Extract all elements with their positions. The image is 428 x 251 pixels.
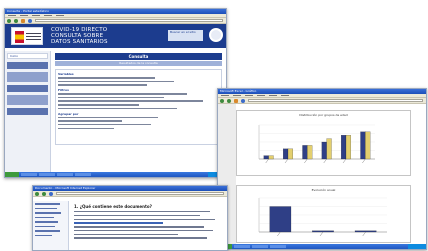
portal-window: Consulta - Portal estadístico COVID-19 D… — [4, 8, 227, 178]
bar — [341, 135, 347, 160]
banner-text: COVID-19 DIRECTO CONSULTA SOBRE DATOS SA… — [51, 27, 108, 45]
address-bar[interactable] — [56, 192, 224, 195]
system-tray — [408, 244, 426, 249]
start-button[interactable] — [5, 172, 19, 177]
bar — [302, 145, 308, 160]
home-icon[interactable] — [28, 18, 32, 23]
stop-icon[interactable] — [234, 98, 238, 103]
forward-icon[interactable] — [42, 191, 46, 196]
document-toolbar — [33, 191, 227, 197]
section-label: Variables — [58, 72, 74, 76]
page-title: Consulta — [55, 53, 222, 60]
government-logo — [11, 27, 43, 45]
document-main: 1. ¿Qué contiene este documento? — [69, 201, 227, 250]
section-label: Agrupar por — [58, 111, 79, 116]
page-subtitle: Resultados de la consulta — [55, 61, 222, 66]
refresh-icon[interactable] — [241, 98, 245, 103]
bar — [365, 131, 371, 160]
chart-1: Distribución por grupos de edad — [236, 110, 411, 176]
sidebar-item[interactable] — [7, 85, 48, 92]
document-window: Documento - Microsoft Internet Explorer … — [32, 185, 228, 251]
chart-window: Microsoft Excel - Gráfico Distribución p… — [217, 88, 427, 250]
bar — [307, 145, 313, 160]
sidebar-header[interactable]: Inicio — [7, 53, 48, 59]
badge-icon — [209, 28, 223, 42]
bar — [321, 141, 327, 160]
back-icon[interactable] — [35, 191, 39, 196]
bar — [287, 148, 293, 160]
forward-icon[interactable] — [14, 18, 18, 23]
stop-icon[interactable] — [21, 18, 25, 23]
tick-label — [323, 158, 327, 164]
tick-label — [362, 158, 366, 164]
tick-label — [304, 158, 308, 164]
sidebar-item[interactable] — [7, 62, 48, 69]
back-icon[interactable] — [220, 98, 224, 103]
tick-label — [342, 158, 347, 164]
taskbar — [218, 244, 426, 249]
address-bar[interactable] — [35, 19, 223, 22]
tick-label — [265, 158, 269, 164]
document-sidebar — [33, 201, 69, 250]
portal-sidebar: Inicio — [5, 51, 51, 172]
query-form: Variables Filtros Agrupar por — [55, 69, 222, 145]
home-icon[interactable] — [49, 191, 53, 196]
bar — [354, 230, 377, 233]
sidebar-item[interactable] — [7, 108, 48, 115]
bar — [269, 206, 292, 233]
chart-1-plot — [258, 124, 375, 164]
portal-banner: COVID-19 DIRECTO CONSULTA SOBRE DATOS SA… — [5, 24, 226, 48]
bar — [268, 155, 274, 160]
search-box[interactable]: Buscar en el sitio — [168, 30, 203, 41]
back-icon[interactable] — [7, 18, 11, 23]
tick-label — [277, 231, 281, 237]
bar — [326, 138, 332, 160]
chart-2: Evolución anual — [236, 185, 411, 243]
document-body: 1. ¿Qué contiene este documento? — [33, 201, 227, 250]
forward-icon[interactable] — [227, 98, 231, 103]
document-heading: 1. ¿Qué contiene este documento? — [74, 204, 152, 209]
sidebar-item[interactable] — [7, 95, 48, 105]
chart-2-plot — [258, 197, 387, 237]
bar — [360, 131, 366, 160]
bar — [263, 155, 269, 160]
tick-label — [362, 231, 366, 237]
chart-toolbar — [218, 98, 426, 104]
bar — [345, 135, 351, 160]
taskbar — [5, 172, 226, 177]
sidebar-item[interactable] — [7, 72, 48, 82]
bar — [283, 148, 289, 160]
address-bar[interactable] — [248, 99, 423, 102]
tick-label — [284, 158, 289, 164]
bar — [312, 230, 334, 233]
section-label: Filtros — [58, 88, 69, 93]
portal-main: Consulta Resultados de la consulta Varia… — [51, 51, 226, 172]
tick-label — [319, 231, 324, 237]
portal-body: Inicio Consulta Resultados de la consult… — [5, 51, 226, 172]
